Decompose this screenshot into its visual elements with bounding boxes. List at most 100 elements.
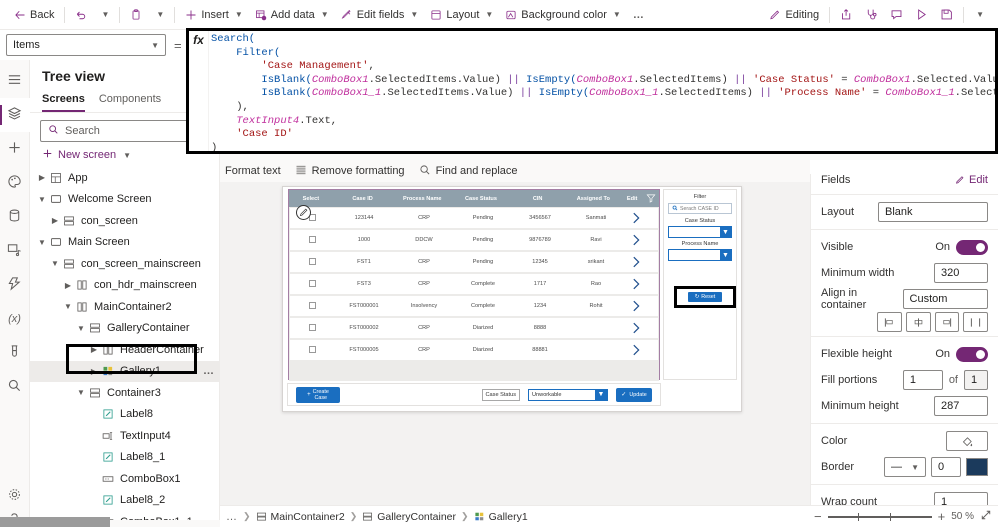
row-checkbox[interactable]	[308, 235, 316, 243]
row-edit-chevron-button[interactable]	[624, 211, 648, 226]
edit-fields-button[interactable]: Edit fields ▼	[335, 3, 425, 27]
visible-toggle-wrap[interactable]: On	[935, 239, 988, 255]
undo-button[interactable]	[69, 3, 93, 27]
app-canvas[interactable]: Select Case ID Process Name Case Status …	[220, 182, 810, 520]
tab-components[interactable]: Components	[99, 90, 161, 112]
row-edit-chevron-button[interactable]	[624, 299, 648, 314]
row-edit-chevron-button[interactable]	[624, 321, 648, 336]
hamburger-menu-button[interactable]	[0, 64, 30, 98]
tree-search-box[interactable]: Search	[40, 120, 209, 142]
fill-portions-input[interactable]: 1	[902, 370, 943, 390]
formula-code[interactable]: Search( Filter( 'Case Management', IsBla…	[211, 33, 995, 151]
chevron-down-icon[interactable]: ▼	[36, 238, 48, 247]
row-select-checkbox-cell[interactable]	[290, 235, 334, 245]
row-select-checkbox-cell[interactable]	[290, 301, 334, 311]
gallery-row[interactable]: FST1 CRP Pending 12345 srikant	[290, 252, 658, 272]
rail-tree-view-button[interactable]	[0, 98, 30, 132]
rail-variables-button[interactable]: (x)	[0, 302, 30, 336]
chevron-down-icon[interactable]: ▼	[49, 259, 61, 268]
funnel-icon[interactable]	[643, 193, 659, 205]
gallery-row[interactable]: 123144 CRP Pending 3456567 Sanmati	[290, 205, 658, 228]
chevron-right-icon[interactable]: ▶	[49, 216, 61, 225]
chevron-down-icon[interactable]: ▼	[75, 324, 87, 333]
tree-node-label8[interactable]: Label8	[30, 404, 219, 426]
paste-button[interactable]	[124, 3, 148, 27]
tree-node-textinput4[interactable]: TextInput4	[30, 425, 219, 447]
update-button[interactable]: ✓ Update	[616, 387, 652, 402]
flexible-height-toggle[interactable]	[956, 346, 988, 362]
back-button[interactable]: Back	[8, 3, 60, 27]
tree-node-con-hdr-mainscreen[interactable]: ▶ con_hdr_mainscreen	[30, 275, 219, 297]
gallery-row[interactable]: FST000001 Insolvency Complete 1234 Rohit	[290, 296, 658, 316]
tree-node-container3[interactable]: ▼ Container3	[30, 382, 219, 404]
property-selector[interactable]: Items ▼	[6, 34, 166, 56]
formula-editor[interactable]: fx Search( Filter( 'Case Management', Is…	[186, 28, 998, 154]
breadcrumb-gallerycontainer[interactable]: GalleryContainer	[362, 511, 456, 523]
background-color-button[interactable]: Background color ▼	[499, 3, 627, 27]
share-button[interactable]	[834, 3, 859, 27]
app-screen-preview[interactable]: Select Case ID Process Name Case Status …	[282, 186, 742, 412]
chevron-right-icon[interactable]: ▶	[36, 173, 48, 182]
tree-node-con-screen-mainscreen[interactable]: ▼ con_screen_mainscreen	[30, 253, 219, 275]
tree-node-main-screen[interactable]: ▼ Main Screen	[30, 232, 219, 254]
align-start-icon[interactable]	[877, 312, 902, 332]
find-and-replace-button[interactable]: Find and replace	[419, 164, 518, 179]
chevron-right-icon[interactable]: ▶	[88, 367, 100, 376]
tab-screens[interactable]: Screens	[42, 90, 85, 112]
fit-screen-icon[interactable]	[980, 509, 992, 524]
row-select-checkbox-cell[interactable]	[290, 257, 334, 267]
row-edit-chevron-button[interactable]	[624, 233, 648, 248]
filter-case-status-combobox[interactable]: ▼	[668, 226, 732, 238]
align-in-container-select[interactable]: Custom	[902, 289, 988, 309]
editing-mode-button[interactable]: Editing	[763, 3, 825, 27]
rail-media-button[interactable]	[0, 234, 30, 268]
zoom-in-button[interactable]: +	[938, 509, 946, 524]
preview-button[interactable]	[909, 3, 934, 27]
tree-node-maincontainer2[interactable]: ▼ MainContainer2	[30, 296, 219, 318]
tree-node-con-screen[interactable]: ▶ con_screen	[30, 210, 219, 232]
breadcrumb-gallery1[interactable]: Gallery1	[474, 511, 528, 523]
row-checkbox[interactable]	[308, 279, 316, 287]
gallery-row[interactable]: 1000 DDCW Pending 9876789 Ravi	[290, 230, 658, 250]
gallery-row[interactable]: FST3 CRP Complete 1717 Rao	[290, 274, 658, 294]
row-checkbox[interactable]	[308, 323, 316, 331]
chevron-down-icon[interactable]: ▼	[62, 302, 74, 311]
rail-tests-button[interactable]	[0, 336, 30, 370]
save-button[interactable]	[934, 3, 959, 27]
more-options-button[interactable]: ▼	[968, 3, 990, 27]
tree-node-gallery1[interactable]: ▶ Gallery1…	[30, 360, 219, 382]
tree-node-welcome-screen[interactable]: ▼ Welcome Screen	[30, 189, 219, 211]
border-style-select[interactable]: — ▼	[884, 457, 926, 477]
row-edit-pen-indicator[interactable]	[296, 205, 311, 220]
tree-node-label8-2[interactable]: Label8_2	[30, 490, 219, 512]
create-case-button[interactable]: + Create Case	[296, 386, 340, 403]
row-select-checkbox-cell[interactable]	[290, 323, 334, 333]
tree-node-app[interactable]: ▶ App	[30, 167, 219, 189]
filter-search-input[interactable]: Serach CASE ID	[668, 203, 732, 214]
reset-button[interactable]: ↻ Reset	[687, 292, 723, 302]
border-color-swatch[interactable]	[966, 458, 988, 476]
row-checkbox[interactable]	[308, 257, 316, 265]
row-edit-chevron-button[interactable]	[624, 255, 648, 270]
tree-node-headercontainer[interactable]: ▶ HeaderContainer	[30, 339, 219, 361]
chevron-down-icon[interactable]: ▼	[36, 195, 48, 204]
breadcrumb-maincontainer2[interactable]: MainContainer2	[256, 511, 345, 523]
layout-button[interactable]: Layout ▼	[424, 3, 499, 27]
zoom-out-button[interactable]: −	[814, 509, 822, 524]
row-edit-chevron-button[interactable]	[624, 343, 648, 358]
border-width-input[interactable]: 0	[931, 457, 961, 477]
row-select-checkbox-cell[interactable]	[290, 345, 334, 355]
rail-power-automate-button[interactable]	[0, 268, 30, 302]
chevron-right-icon[interactable]: ▶	[62, 281, 74, 290]
undo-dropdown[interactable]: ▼	[93, 3, 115, 27]
align-stretch-icon[interactable]	[963, 312, 988, 332]
row-select-checkbox-cell[interactable]	[290, 279, 334, 289]
tree-node-combobox1[interactable]: ComboBox1	[30, 468, 219, 490]
rail-insert-button[interactable]	[0, 132, 30, 166]
row-checkbox[interactable]	[308, 301, 316, 309]
tree-node-gallerycontainer[interactable]: ▼ GalleryContainer	[30, 318, 219, 340]
gallery-row[interactable]: FST000002 CRP Diarized 8888	[290, 318, 658, 338]
gallery1[interactable]: Select Case ID Process Name Case Status …	[288, 189, 660, 381]
breadcrumb-overflow[interactable]: …	[226, 511, 238, 523]
flexible-height-toggle-wrap[interactable]: On	[935, 346, 988, 362]
